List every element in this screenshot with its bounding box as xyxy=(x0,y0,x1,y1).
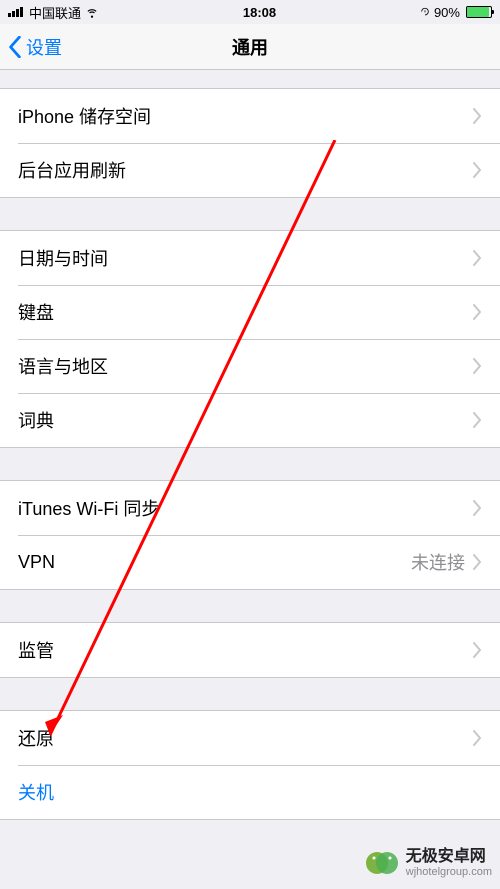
wifi-icon xyxy=(85,5,99,19)
chevron-right-icon xyxy=(473,730,482,746)
settings-row[interactable]: VPN未连接 xyxy=(0,535,500,589)
settings-group: iTunes Wi-Fi 同步 VPN未连接 xyxy=(0,480,500,590)
chevron-right-icon xyxy=(473,162,482,178)
row-label: 语言与地区 xyxy=(18,353,473,379)
watermark-site: 无极安卓网 xyxy=(406,848,492,866)
row-label: 键盘 xyxy=(18,299,473,325)
settings-row[interactable]: iPhone 储存空间 xyxy=(0,89,500,143)
settings-row[interactable]: 监管 xyxy=(0,623,500,677)
row-label: 关机 xyxy=(18,779,482,805)
row-label: 日期与时间 xyxy=(18,245,473,271)
row-detail: 未连接 xyxy=(411,549,465,575)
chevron-right-icon xyxy=(473,108,482,124)
chevron-right-icon xyxy=(473,554,482,570)
row-label: iPhone 储存空间 xyxy=(18,103,473,129)
battery-pct-label: 90% xyxy=(434,5,460,20)
orientation-lock-icon xyxy=(420,7,430,17)
back-button[interactable]: 设置 xyxy=(8,34,62,60)
settings-row[interactable]: 语言与地区 xyxy=(0,339,500,393)
settings-row[interactable]: 关机 xyxy=(0,765,500,819)
row-label: 词典 xyxy=(18,407,473,433)
watermark: 无极安卓网 wjhotelgroup.com xyxy=(364,845,492,881)
signal-icon xyxy=(8,7,23,17)
row-label: VPN xyxy=(18,552,411,573)
row-label: 监管 xyxy=(18,637,473,663)
settings-row[interactable]: iTunes Wi-Fi 同步 xyxy=(0,481,500,535)
row-label: 后台应用刷新 xyxy=(18,157,473,183)
chevron-right-icon xyxy=(473,250,482,266)
row-label: 还原 xyxy=(18,725,473,751)
status-left: 中国联通 xyxy=(8,3,99,22)
settings-row[interactable]: 后台应用刷新 xyxy=(0,143,500,197)
chevron-right-icon xyxy=(473,500,482,516)
page-title: 通用 xyxy=(0,34,500,60)
watermark-url: wjhotelgroup.com xyxy=(406,866,492,878)
settings-group: 还原关机 xyxy=(0,710,500,820)
status-right: 90% xyxy=(420,5,492,20)
settings-row[interactable]: 日期与时间 xyxy=(0,231,500,285)
chevron-right-icon xyxy=(473,412,482,428)
navigation-bar: 设置 通用 xyxy=(0,24,500,70)
settings-group: iPhone 储存空间后台应用刷新 xyxy=(0,88,500,198)
chevron-right-icon xyxy=(473,304,482,320)
settings-row[interactable]: 还原 xyxy=(0,711,500,765)
settings-row[interactable]: 键盘 xyxy=(0,285,500,339)
chevron-right-icon xyxy=(473,642,482,658)
watermark-logo-icon xyxy=(364,845,400,881)
chevron-left-icon xyxy=(8,36,22,58)
battery-icon xyxy=(466,6,492,18)
settings-row[interactable]: 词典 xyxy=(0,393,500,447)
row-label: iTunes Wi-Fi 同步 xyxy=(18,495,473,521)
carrier-label: 中国联通 xyxy=(29,3,81,22)
back-label: 设置 xyxy=(26,34,62,60)
status-time: 18:08 xyxy=(243,5,276,20)
status-bar: 中国联通 18:08 90% xyxy=(0,0,500,24)
settings-group: 监管 xyxy=(0,622,500,678)
settings-group: 日期与时间键盘语言与地区词典 xyxy=(0,230,500,448)
chevron-right-icon xyxy=(473,358,482,374)
